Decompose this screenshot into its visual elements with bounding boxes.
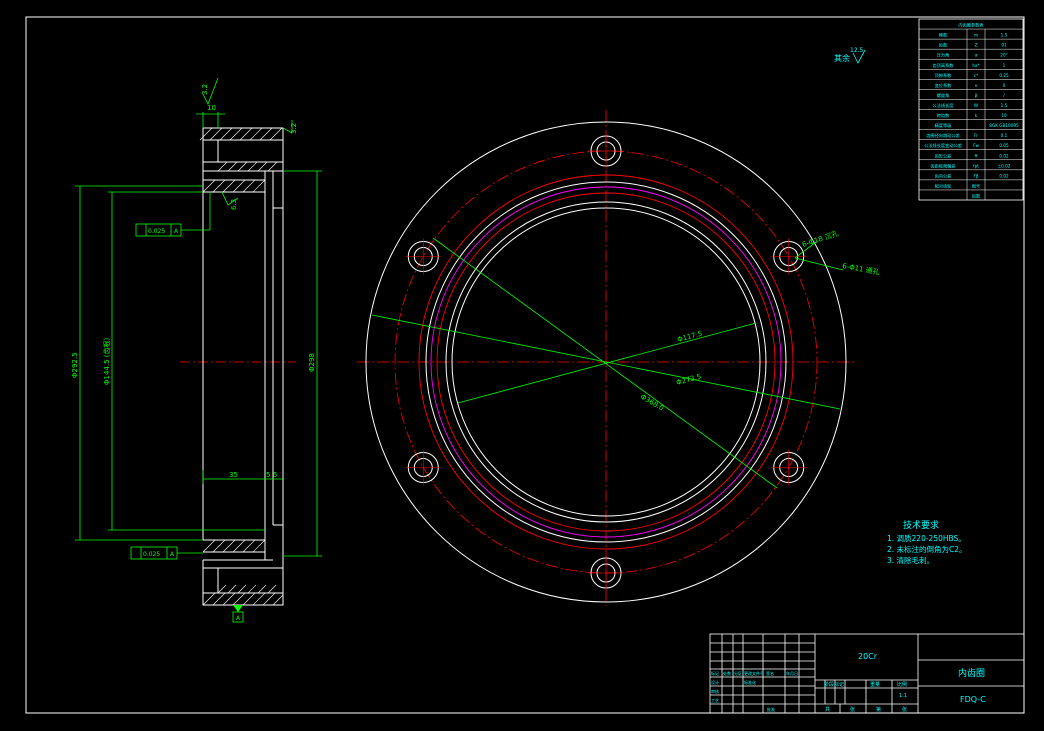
title-stage-label-1: 阶段标记 xyxy=(824,681,844,688)
params-table-cell: 齿数 xyxy=(972,192,981,199)
section-dim-top: 10 xyxy=(207,104,216,112)
title-sign-label-2: 处数 xyxy=(723,670,731,676)
params-table-cell: 齿距极限偏差 xyxy=(930,162,955,169)
params-table-cell: fpt xyxy=(973,163,979,168)
title-bottom-label-4: 张 xyxy=(902,706,907,713)
tech-requirement-1: 1. 调质220-250HBS。 xyxy=(887,533,966,543)
title-role-label-4: 工艺 xyxy=(711,698,719,703)
params-table-cell: β xyxy=(975,93,978,98)
section-dim-root: Φ144.5 (齿根) xyxy=(102,337,111,385)
section-dim-outer: Φ292.5 xyxy=(71,352,79,378)
params-table-cell: 精度等级 xyxy=(935,122,953,129)
section-roughness-top: 3.2 xyxy=(201,84,209,95)
section-roughness-right: 3.2 xyxy=(290,123,298,134)
title-scale-value: 1:1 xyxy=(899,693,907,699)
params-table-cell: W xyxy=(974,103,978,108)
params-table-cell: 91 xyxy=(1001,43,1007,48)
params-table-cell: 模数 xyxy=(939,32,948,39)
params-table-cell: 0.1 xyxy=(1001,133,1008,138)
section-tol-upper: 0.025 xyxy=(148,228,165,235)
params-table-cell: ff xyxy=(975,153,978,158)
params-table-cell: 齿向公差 xyxy=(935,172,952,179)
params-table-cell: 1.5 xyxy=(1001,33,1008,38)
title-role-label-5: 批准 xyxy=(767,706,775,712)
title-material: 20Cr xyxy=(858,652,878,661)
params-table-cell: ±0.02 xyxy=(998,163,1011,168)
params-table-cell: 压力角 xyxy=(937,52,950,59)
section-roughness-bore: 6.3 xyxy=(230,199,238,210)
params-table-cell: 齿数 xyxy=(939,42,948,49)
params-table-cell: 20° xyxy=(1000,53,1007,58)
params-table-cell: 配对齿轮 xyxy=(935,182,953,189)
params-table-cell: 螺旋角 xyxy=(937,92,950,99)
params-table-cell: Fw xyxy=(973,143,979,148)
title-sign-label-5: 签名 xyxy=(766,670,774,676)
title-bottom-label-1: 共 xyxy=(825,706,830,713)
params-table-cell: 公法线长度变动公差 xyxy=(924,142,962,149)
params-table-cell: 0.02 xyxy=(999,153,1009,158)
section-dim-right: Φ298 xyxy=(308,353,316,372)
params-table-cell: Z xyxy=(975,43,978,48)
title-drawing-no: FDQ-C xyxy=(960,695,986,704)
title-bottom-label-3: 第 xyxy=(876,706,881,713)
params-table-cell: 1.5 xyxy=(1001,103,1008,108)
params-table-cell: 0.25 xyxy=(999,73,1009,78)
title-role-label-3: 审核 xyxy=(711,688,719,694)
title-role-label-1: 设计 xyxy=(711,679,719,685)
params-table-cell: 1 xyxy=(1003,63,1006,68)
params-table-cell: 内齿圈参数表 xyxy=(958,22,984,29)
title-sign-label-3: 分区 xyxy=(734,670,742,676)
section-dim-width: 35 xyxy=(229,471,238,479)
params-table-cell: α xyxy=(975,53,978,58)
params-table-cell: 齿形公差 xyxy=(935,152,952,159)
params-table-cell: Fβ xyxy=(973,173,978,178)
params-table-cell: 跨齿数 xyxy=(937,112,950,119)
cad-drawing: 内齿圈参数表模数 m 1.5 齿数 Z 91 压力角 α 20° 齿顶高系数 ha* 1 顶隙系数 c* 0… xyxy=(0,0,1044,731)
title-bottom-label-2: 张 xyxy=(850,706,855,713)
general-roughness-prefix: 其余 xyxy=(834,53,850,63)
tech-requirements-title: 技术要求 xyxy=(903,519,939,531)
tech-requirement-3: 3. 清除毛刺。 xyxy=(887,555,934,565)
params-table-cell: 变位系数 xyxy=(935,82,953,89)
title-sign-label-1: 标记 xyxy=(711,670,719,676)
params-table-cell: 0.02 xyxy=(999,173,1009,178)
params-table-cell: 公法线长度 xyxy=(933,102,955,109)
params-table-cell: m xyxy=(974,33,978,38)
tech-requirement-2: 2. 未标注的倒角为C2。 xyxy=(887,544,967,554)
title-role-label-2: 标准化 xyxy=(744,679,756,685)
params-table-cell: c* xyxy=(974,73,978,78)
title-sign-label-4: 更改文件号 xyxy=(744,670,764,676)
params-table-cell: 齿顶高系数 xyxy=(933,62,955,69)
section-tol-lower: 0.025 xyxy=(143,551,160,558)
params-table-cell: 8GK GB10095 xyxy=(989,123,1019,128)
params-table-cell: 10 xyxy=(1001,113,1007,118)
params-table-cell: 齿圈径向跳动公差 xyxy=(926,132,960,139)
params-table-cell: 0.05 xyxy=(999,143,1009,148)
drawing-background xyxy=(0,0,1044,731)
title-stage-label-2: 重量 xyxy=(870,681,880,688)
params-table-cell: Fr xyxy=(974,133,978,138)
section-dim-groove: 5 6 xyxy=(266,471,278,479)
params-table-cell: 顶隙系数 xyxy=(935,72,953,79)
title-stage-label-3: 比例 xyxy=(897,681,907,688)
title-part-name: 内齿圈 xyxy=(958,667,985,679)
title-sign-label-6: 年月日 xyxy=(786,670,798,676)
params-table-cell: 0 xyxy=(1003,83,1006,88)
general-roughness-value: 12.5 xyxy=(850,47,864,54)
params-table-cell: ha* xyxy=(972,63,979,68)
